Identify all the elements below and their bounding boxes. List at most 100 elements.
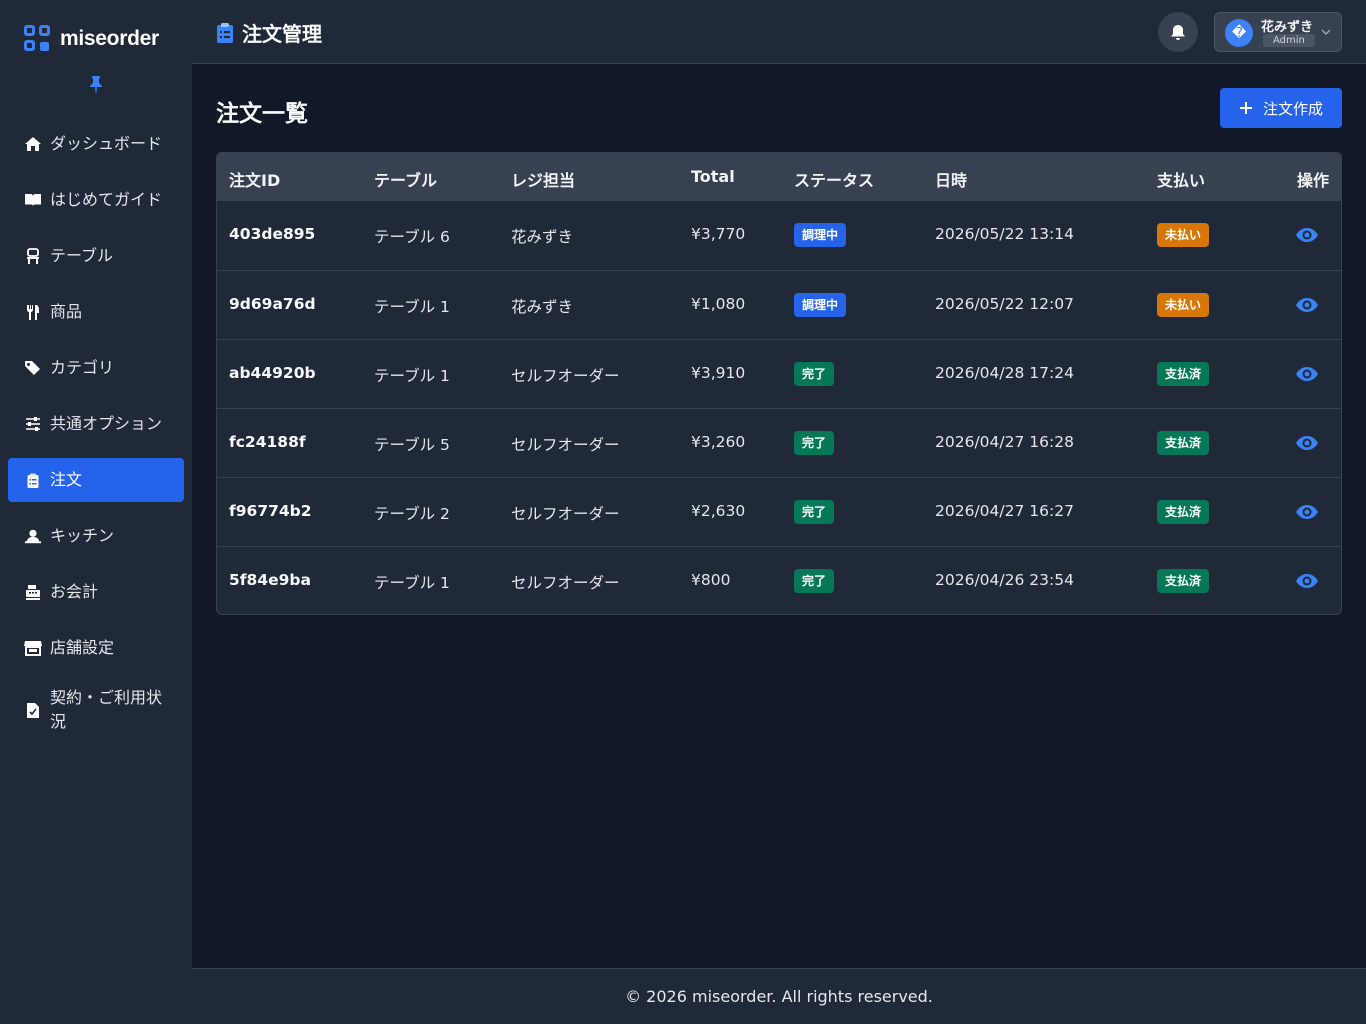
sidebar-item-7[interactable]: キッチン (8, 514, 184, 558)
utensils-icon (24, 303, 42, 321)
sidebar-item-8[interactable]: お会計 (8, 570, 184, 614)
view-order-eye-icon[interactable] (1295, 570, 1319, 592)
sidebar-item-label: 注文 (50, 470, 83, 489)
column-header-6[interactable]: 支払い (1157, 167, 1205, 191)
store-icon (24, 639, 42, 657)
cell-cashier: セルフオーダー (511, 436, 620, 454)
cell-table: テーブル 6 (374, 228, 450, 246)
table-row[interactable]: 9d69a76d テーブル 1 花みずき ¥1,080 調理中 2026/05/22 12… (217, 270, 1341, 339)
cell-table: テーブル 5 (374, 436, 450, 454)
cell-id: 403de895 (229, 225, 316, 243)
column-header-1[interactable]: テーブル (374, 167, 437, 191)
cell-total: ¥2,630 (691, 502, 746, 520)
logo-text: miseorder (60, 27, 159, 50)
status-badge: 完了 (794, 362, 835, 386)
clipboard-icon (217, 22, 233, 43)
sidebar-item-label: 共通オプション (50, 414, 163, 433)
sidebar-item-5[interactable]: 共通オプション (8, 402, 184, 446)
view-order-eye-icon[interactable] (1295, 363, 1319, 385)
view-order-eye-icon[interactable] (1295, 224, 1319, 246)
cell-datetime: 2026/04/26 23:54 (935, 571, 1074, 589)
sidebar-item-6[interactable]: 注文 (8, 458, 184, 502)
table-row[interactable]: 5f84e9ba テーブル 1 セルフオーダー ¥800 完了 2026/04/26 23… (217, 546, 1341, 614)
cell-table: テーブル 1 (374, 298, 450, 316)
view-order-eye-icon[interactable] (1295, 501, 1319, 523)
sidebar-item-10[interactable]: 契約・ご利用状況 (8, 682, 184, 738)
sidebar-item-label: 商品 (50, 302, 83, 321)
home-icon (24, 135, 42, 153)
sidebar-item-label: お会計 (50, 582, 99, 601)
payment-badge: 未払い (1157, 293, 1210, 317)
table-row[interactable]: fc24188f テーブル 5 セルフオーダー ¥3,260 完了 2026/04/27 … (217, 408, 1341, 477)
user-menu[interactable]: � 花みずき Admin (1214, 12, 1342, 52)
view-order-eye-icon[interactable] (1295, 432, 1319, 454)
sidebar-item-3[interactable]: 商品 (8, 290, 184, 334)
sidebar-item-2[interactable]: テーブル (8, 234, 184, 278)
cell-id: f96774b2 (229, 502, 312, 520)
table-body: 403de895 テーブル 6 花みずき ¥3,770 調理中 2026/05/22 13… (217, 201, 1341, 614)
column-header-2[interactable]: レジ担当 (511, 167, 575, 191)
status-badge: 調理中 (794, 223, 847, 247)
cell-datetime: 2026/05/22 12:07 (935, 295, 1074, 313)
pin-icon[interactable] (89, 75, 103, 93)
footer: © 2026 miseorder. All rights reserved. (192, 968, 1366, 1024)
cell-id: fc24188f (229, 433, 306, 451)
cell-id: 9d69a76d (229, 295, 316, 313)
sidebar: miseorder ダッシュボード はじめてガイドテーブル商品カテゴリ共通オプショ… (0, 0, 192, 1024)
plus-icon (1239, 102, 1252, 114)
sidebar-item-9[interactable]: 店舗設定 (8, 626, 184, 670)
bell-icon (1171, 24, 1185, 40)
cell-table: テーブル 2 (374, 505, 450, 523)
notifications-button[interactable] (1158, 12, 1198, 52)
cell-total: ¥3,260 (691, 433, 746, 451)
contract-icon (24, 701, 42, 719)
header-title: 注文管理 (216, 18, 322, 47)
cell-total: ¥1,080 (691, 295, 746, 313)
cell-datetime: 2026/04/28 17:24 (935, 364, 1074, 382)
sidebar-item-label: カテゴリ (50, 358, 115, 377)
status-badge: 調理中 (794, 293, 847, 317)
cell-total: ¥800 (691, 571, 731, 589)
table-header: 注文ID テーブル レジ担当 Total ステータス 日時 支払い 操作 (217, 153, 1341, 201)
logo-qr-icon (24, 25, 52, 53)
cash-register-icon (24, 583, 42, 601)
sidebar-item-0[interactable]: ダッシュボード (8, 122, 184, 166)
sidebar-item-1[interactable]: はじめてガイド (8, 178, 184, 222)
cell-total: ¥3,910 (691, 364, 746, 382)
cell-datetime: 2026/04/27 16:28 (935, 433, 1074, 451)
sliders-icon (24, 415, 42, 433)
cell-datetime: 2026/04/27 16:27 (935, 502, 1074, 520)
cell-total: ¥3,770 (691, 225, 746, 243)
column-header-4[interactable]: ステータス (794, 167, 874, 191)
table-row[interactable]: f96774b2 テーブル 2 セルフオーダー ¥2,630 完了 2026/04/27 … (217, 477, 1341, 546)
avatar: � (1225, 19, 1253, 47)
chair-icon (24, 247, 42, 265)
table-row[interactable]: 403de895 テーブル 6 花みずき ¥3,770 調理中 2026/05/22 13… (217, 201, 1341, 270)
create-order-button[interactable]: 注文作成 (1220, 88, 1342, 128)
column-header-3[interactable]: Total (691, 167, 735, 186)
orders-table: 注文ID テーブル レジ担当 Total ステータス 日時 支払い 操作 403de895 テー… (216, 152, 1342, 615)
cell-cashier: 花みずき (511, 228, 574, 246)
cell-table: テーブル 1 (374, 574, 450, 592)
user-role-badge: Admin (1263, 34, 1315, 47)
column-header-7[interactable]: 操作 (1297, 167, 1329, 191)
payment-badge: 未払い (1157, 223, 1210, 247)
cell-cashier: 花みずき (511, 298, 574, 316)
cell-table: テーブル 1 (374, 367, 450, 385)
create-order-label: 注文作成 (1262, 99, 1323, 118)
status-badge: 完了 (794, 569, 835, 593)
sidebar-item-label: テーブル (50, 246, 114, 265)
user-name: 花みずき (1261, 20, 1314, 35)
payment-badge: 支払済 (1157, 500, 1210, 524)
column-header-0[interactable]: 注文ID (229, 167, 280, 191)
logo[interactable]: miseorder (24, 24, 159, 54)
footer-text: © 2026 miseorder. All rights reserved. (625, 987, 933, 1006)
table-row[interactable]: ab44920b テーブル 1 セルフオーダー ¥3,910 完了 2026/04/28 … (217, 339, 1341, 408)
sidebar-item-4[interactable]: カテゴリ (8, 346, 184, 390)
payment-badge: 支払済 (1157, 569, 1210, 593)
cell-cashier: セルフオーダー (511, 574, 620, 592)
view-order-eye-icon[interactable] (1295, 294, 1319, 316)
book-icon (24, 191, 42, 209)
column-header-5[interactable]: 日時 (935, 167, 967, 191)
page-title: 注文一覧 (216, 101, 308, 127)
